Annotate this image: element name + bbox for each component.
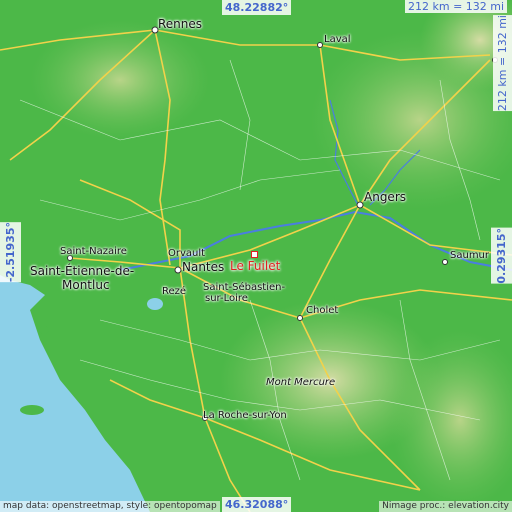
island xyxy=(39,326,49,334)
city-label-saint-etienne-de-montluc-line2: Montluc xyxy=(62,278,110,292)
city-label-saint-sebastien: Saint-Sébastien- xyxy=(203,282,286,293)
city-label-orvault: Orvault xyxy=(168,248,206,259)
city-label-rennes: Rennes xyxy=(158,17,203,31)
map-attribution: map data: openstreetmap, style: opentopo… xyxy=(0,501,220,512)
north-latitude-label: 48.22882° xyxy=(222,0,292,15)
image-attribution: Nimage proc.: elevation.city xyxy=(379,501,512,512)
city-label-saumur: Saumur xyxy=(450,250,490,261)
city-label-saint-sebastien-line2: sur-Loire xyxy=(205,293,248,304)
east-longitude-label: 0.29315° xyxy=(491,228,512,284)
city-label-la-roche-sur-yon: La Roche-sur-Yon xyxy=(203,410,287,421)
lake xyxy=(147,298,163,310)
horizontal-scale-label: 212 km = 132 mi xyxy=(405,0,508,13)
city-label-laval: Laval xyxy=(324,34,351,45)
city-label-saint-etienne-de-montluc: Saint-Étienne-de- xyxy=(30,264,135,278)
city-label-angers: Angers xyxy=(364,190,406,204)
location-marker xyxy=(251,251,258,258)
location-marker-label: Le Fuilet xyxy=(230,259,281,273)
vertical-scale-label: 212 km = 132 mi xyxy=(493,15,512,112)
city-label-cholet: Cholet xyxy=(306,305,339,316)
city-label-reze: Rezé xyxy=(162,286,187,297)
city-label-mont-mercure: Mont Mercure xyxy=(266,377,336,388)
south-latitude-label: 46.32088° xyxy=(222,497,292,512)
city-label-nantes: Nantes xyxy=(182,260,225,274)
city-label-saint-nazaire: Saint-Nazaire xyxy=(60,246,127,257)
west-longitude-label: -2.51935° xyxy=(0,222,21,283)
island xyxy=(20,405,44,415)
